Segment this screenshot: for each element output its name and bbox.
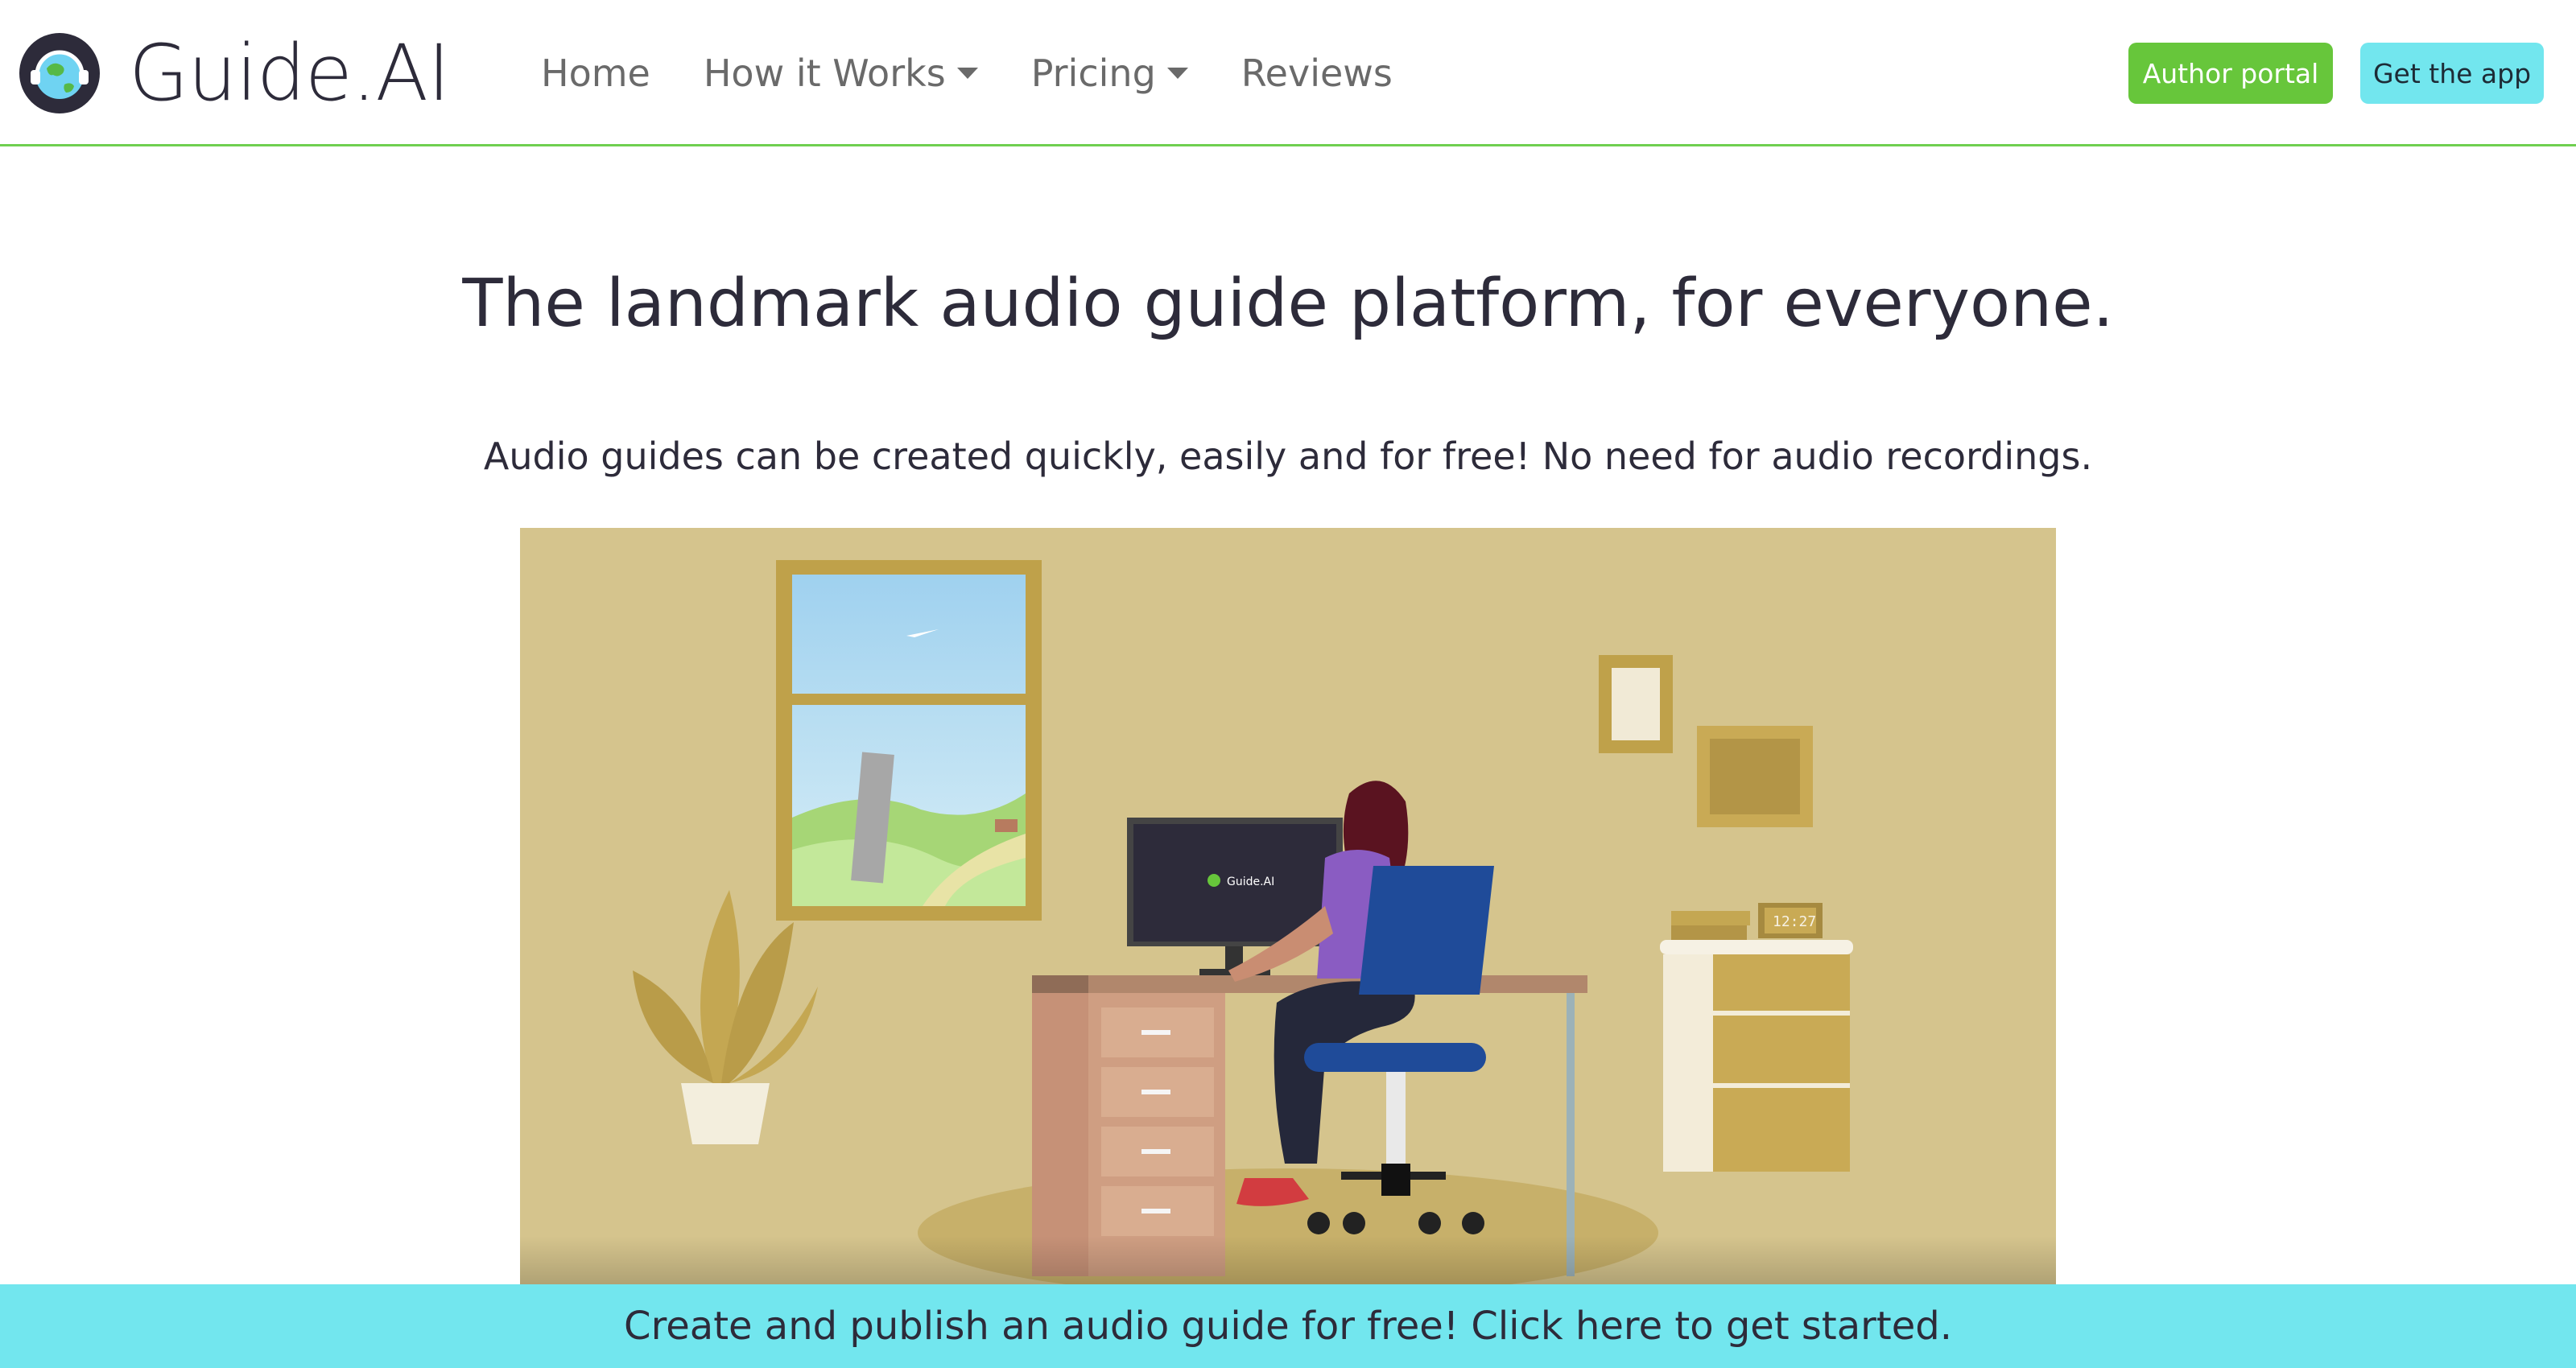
nav-how-it-works-label: How it Works [703,52,946,95]
main-nav: Home How it Works Pricing Reviews [541,45,1446,101]
plant [633,890,818,1144]
nav-reviews-label: Reviews [1241,52,1393,95]
hero-illustration[interactable]: Guide.AI 12:27 [520,528,2056,1333]
monitor-brand-text: Guide.AI [1227,876,1274,888]
caret-down-icon [1166,68,1188,79]
window [776,560,1042,921]
monitor: Guide.AI [1127,818,1343,975]
hero-subtitle: Audio guides can be created quickly, eas… [483,435,2093,478]
clock-time: 12:27 [1773,913,1816,930]
nav-home-label: Home [541,52,650,95]
brand-name: Guide.AI [129,28,450,118]
globe-headphones-icon [19,33,100,113]
office-scene-illustration: Guide.AI 12:27 [520,560,2056,1333]
get-the-app-button[interactable]: Get the app [2360,43,2544,104]
navbar: Guide.AI Home How it Works Pricing Revie… [0,0,2576,146]
nav-reviews[interactable]: Reviews [1241,52,1393,95]
author-portal-button[interactable]: Author portal [2128,43,2333,104]
brand-link[interactable]: Guide.AI [18,28,450,118]
nav-pricing[interactable]: Pricing [1031,52,1188,95]
nav-home[interactable]: Home [541,52,650,95]
nav-pricing-label: Pricing [1030,52,1156,95]
caret-down-icon [956,68,978,79]
side-cabinet: 12:27 [1660,903,1853,1172]
hero-title: The landmark audio guide platform, for e… [462,266,2114,342]
get-started-banner[interactable]: Create and publish an audio guide for fr… [0,1284,2576,1368]
nav-how-it-works[interactable]: How it Works [704,52,978,95]
